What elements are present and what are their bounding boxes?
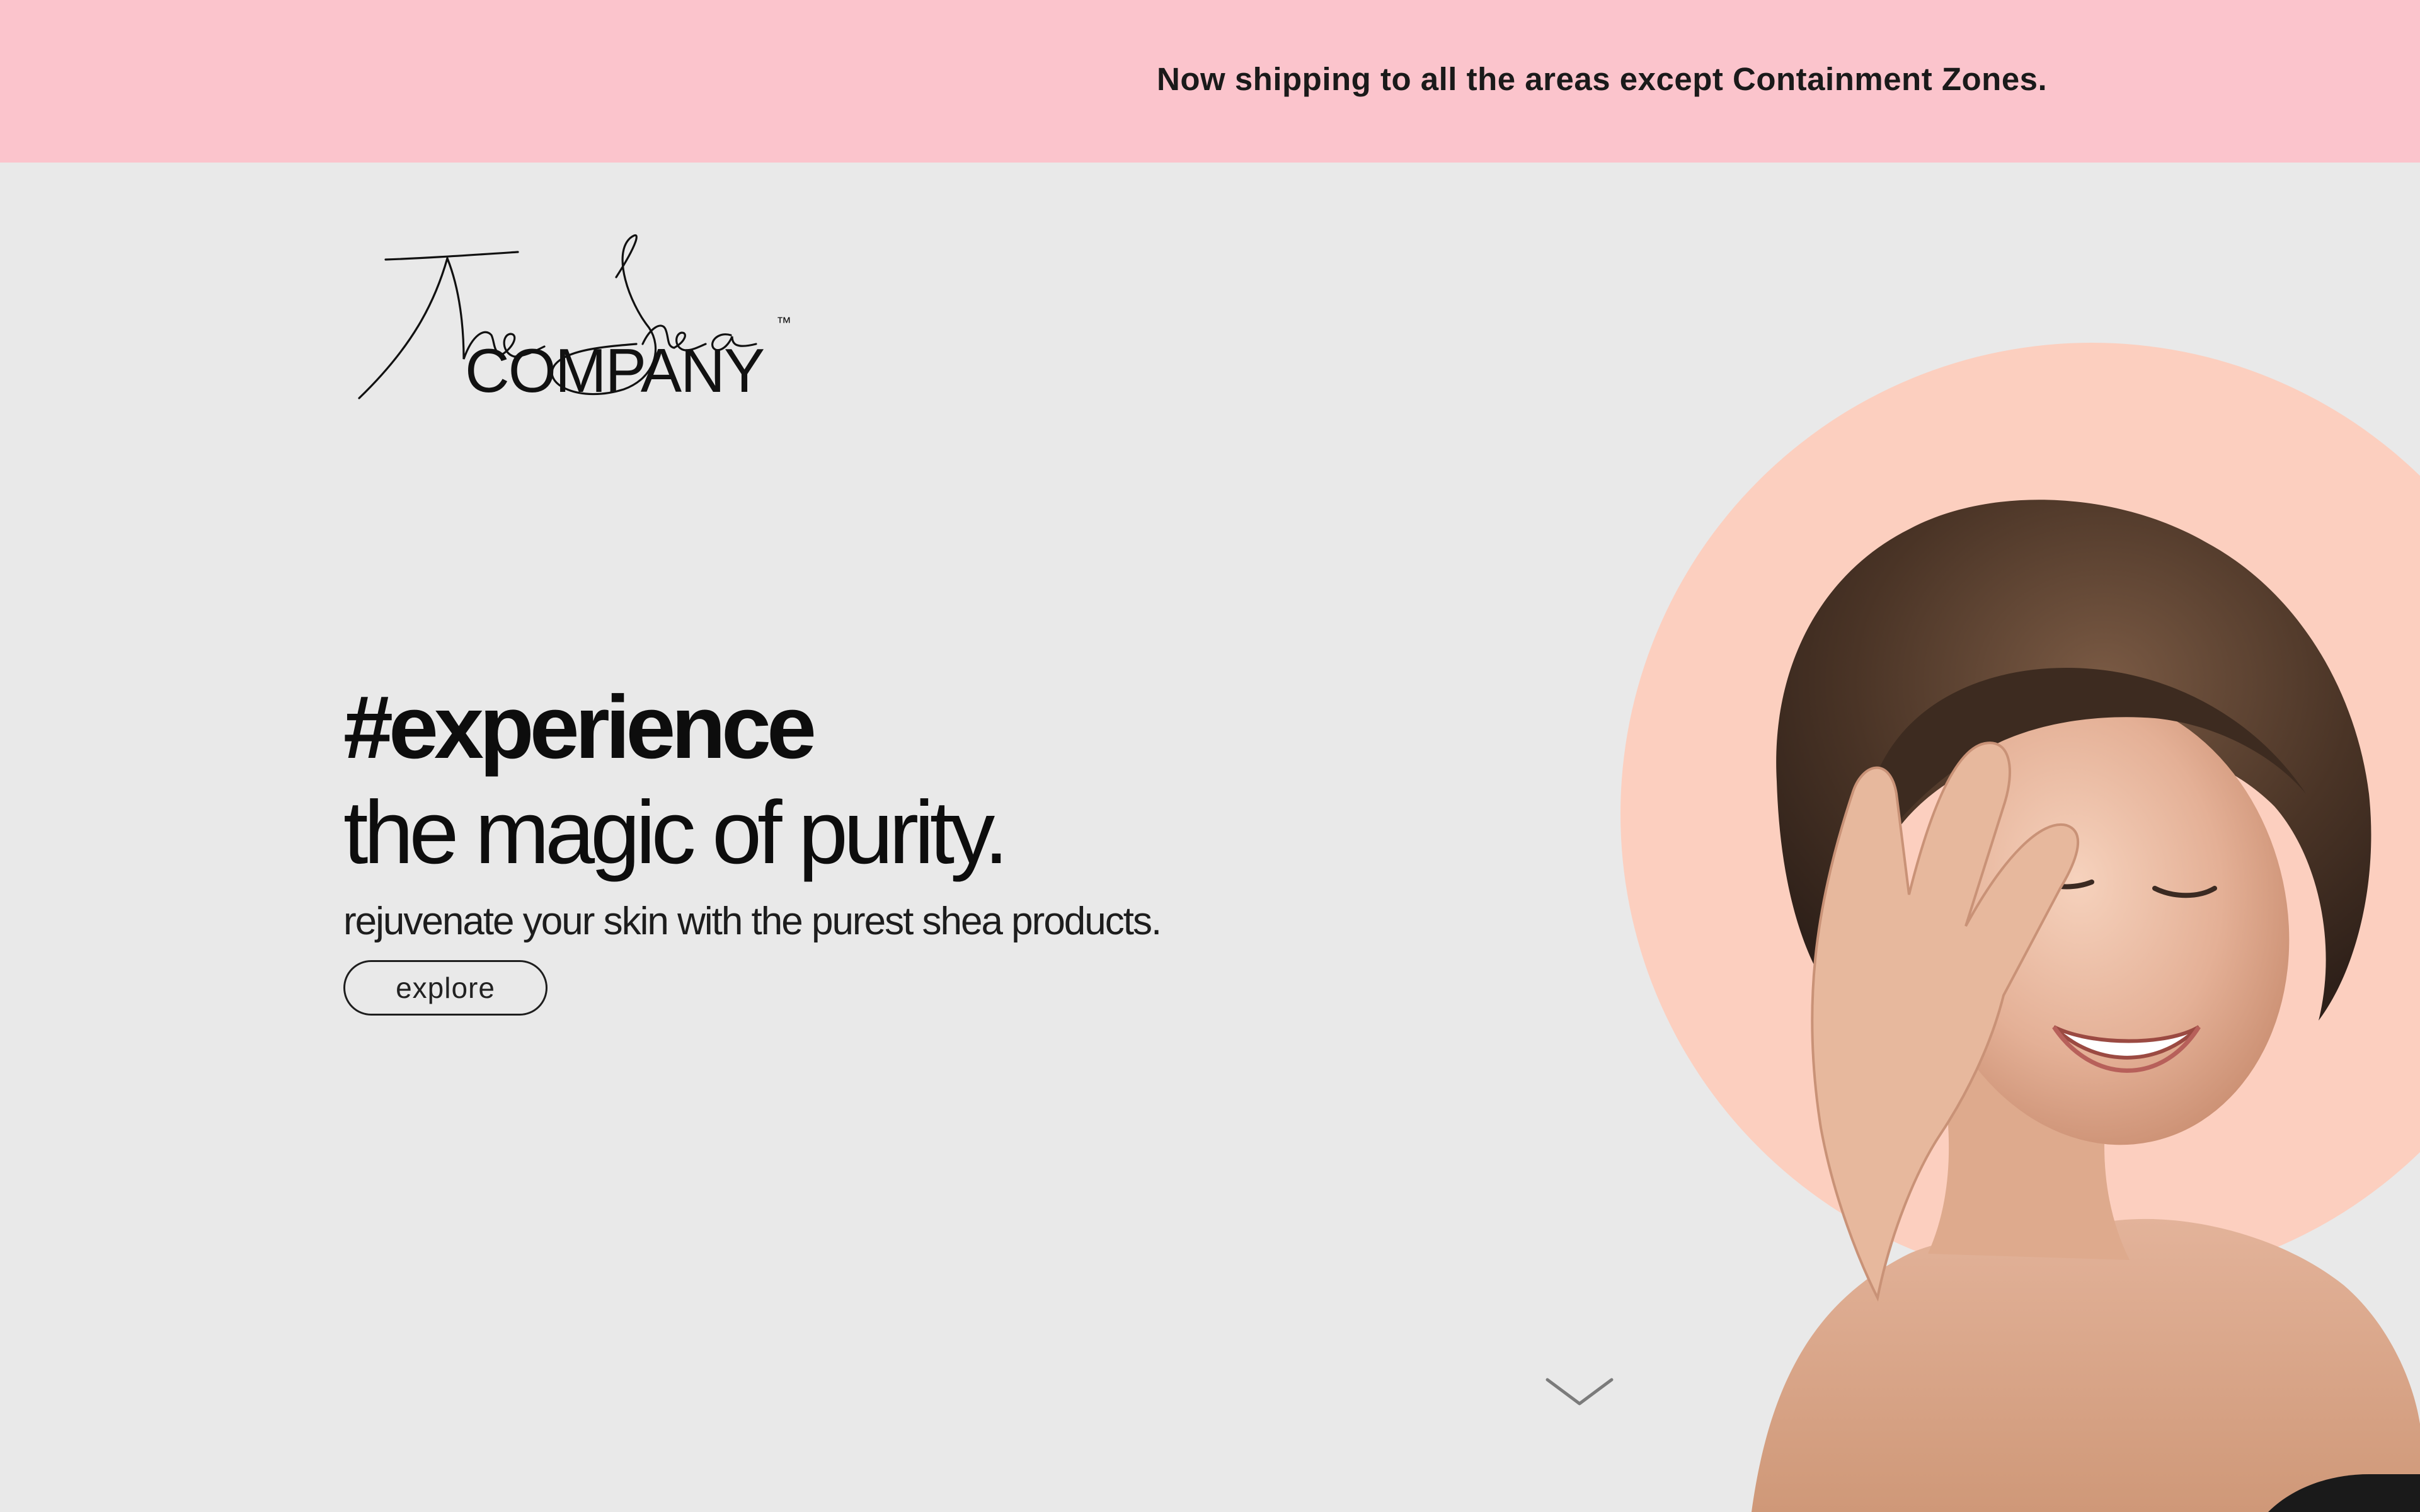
hero-heading: the magic of purity. — [343, 782, 1009, 883]
hero-model-image — [1620, 343, 2420, 1512]
chevron-down-icon[interactable] — [1545, 1373, 1614, 1411]
landing-page: Now shipping to all the areas except Con… — [0, 0, 2420, 1512]
hero-hashtag: #experience — [343, 677, 817, 777]
announcement-text: Now shipping to all the areas except Con… — [1157, 61, 2048, 97]
hero-copy: #experience the magic of purity. rejuven… — [343, 677, 1162, 946]
announcement-bar: Now shipping to all the areas except Con… — [0, 0, 2420, 163]
logo-wordmark: COMPANY — [465, 336, 764, 405]
brand-logo[interactable]: ™ COMPANY — [353, 233, 806, 416]
hero-subheading: rejuvenate your skin with the purest she… — [343, 900, 1162, 943]
logo-trademark: ™ — [776, 314, 791, 331]
explore-button[interactable]: explore — [343, 960, 548, 1016]
